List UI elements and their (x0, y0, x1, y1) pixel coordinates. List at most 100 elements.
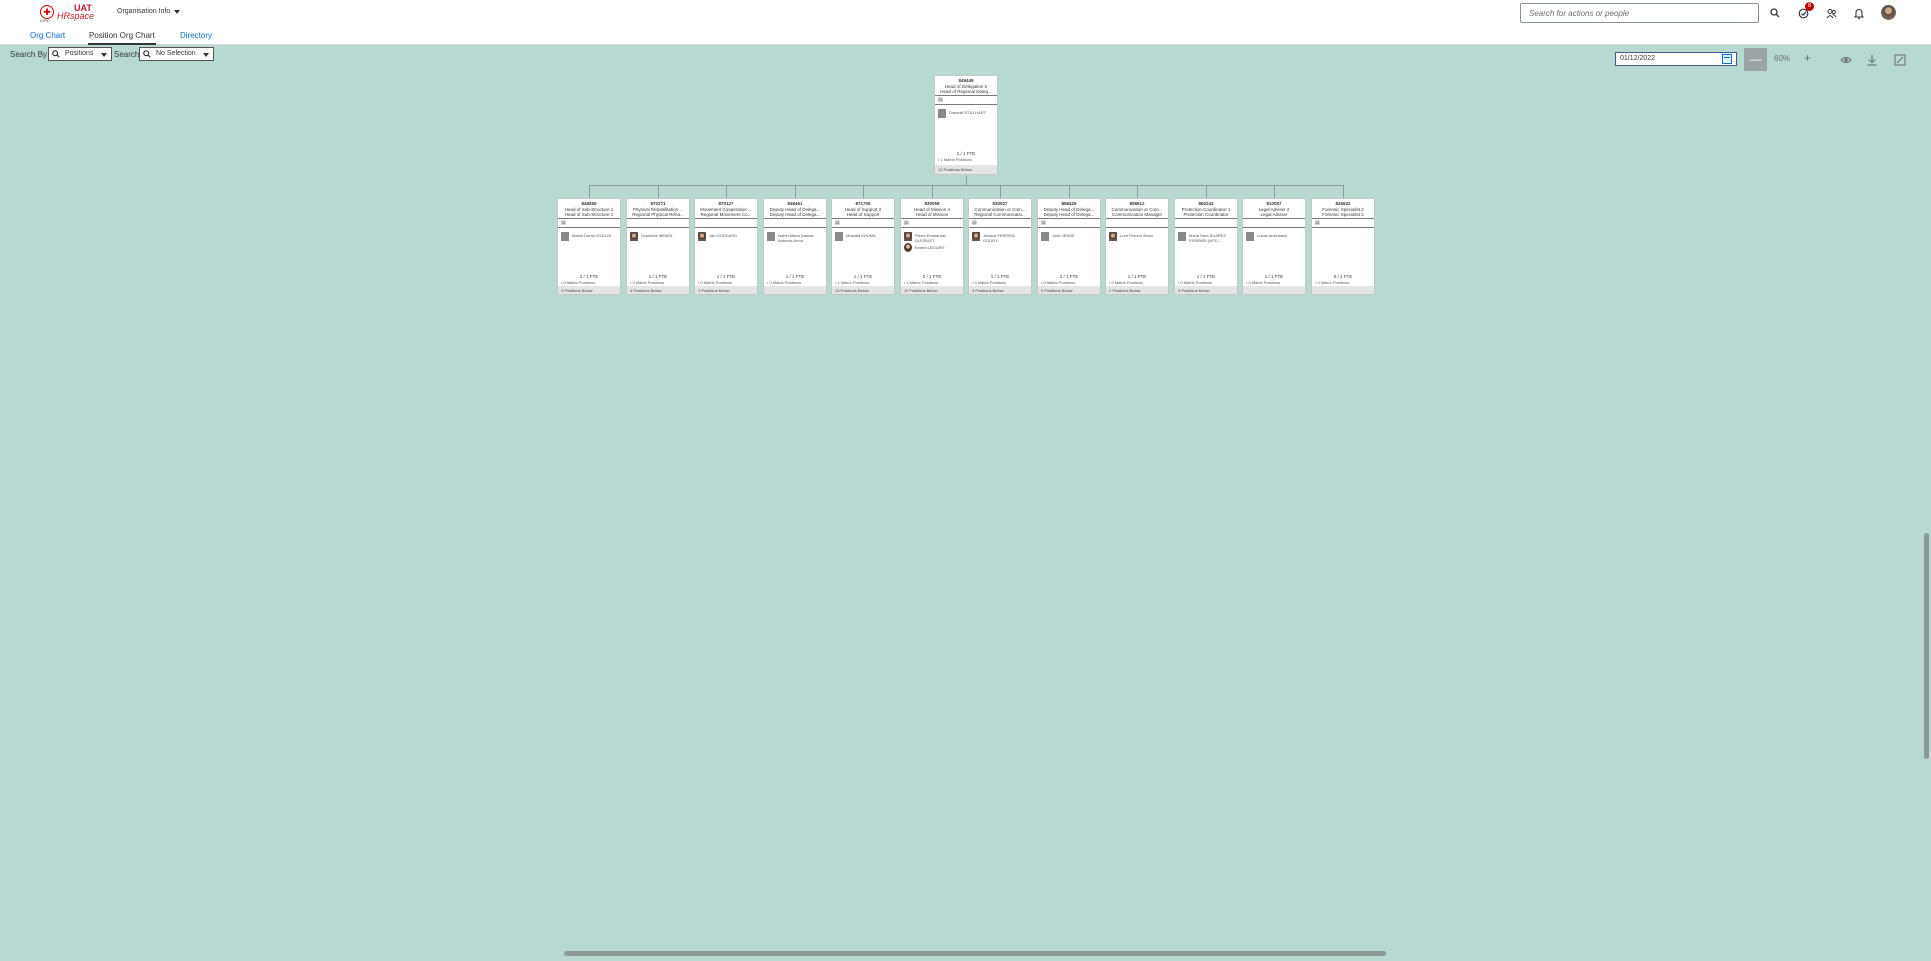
employee-name[interactable]: Dominik STILLHART (949, 110, 995, 115)
position-card[interactable]: 871705 Head of Support 2 Head of Support ▤ M… (831, 198, 895, 295)
employee-name[interactable]: Pierre Emmanuel DUCRUET (915, 233, 961, 243)
matrix-positions[interactable]: • 0 Matrix Positions (698, 280, 732, 285)
matrix-positions[interactable]: • 0 Matrix Positions (561, 280, 595, 285)
tab-position-org-chart[interactable]: Position Org Chart (88, 31, 156, 45)
positions-below[interactable]: 2 Positions Below (1106, 286, 1168, 294)
search-icon (52, 50, 60, 60)
employee-name[interactable]: Isabel Maria Dantas Antunes Amor (778, 233, 824, 243)
position-id: 870127 (718, 201, 734, 206)
employee-name[interactable]: Martin Daniel DOLLIN (572, 233, 618, 238)
position-card[interactable]: 849449 Head of Delegation 2 Head of Region… (934, 75, 998, 175)
position-card[interactable]: 848050 Head of Sub-Structure 1 Head of Sub… (557, 198, 621, 295)
tasks-icon[interactable]: 8 (1795, 2, 1814, 21)
positions-below[interactable]: 5 Positions Below (1038, 286, 1100, 294)
global-search-input[interactable]: Search for actions or people (1520, 3, 1759, 23)
positions-below[interactable]: 12 Positions Below (935, 165, 997, 174)
positions-below[interactable]: 3 Positions Below (969, 286, 1031, 294)
employee-photo (1041, 232, 1049, 241)
position-card[interactable]: 826632 Forensic Specialist 2 Forensic Spec… (1311, 198, 1375, 295)
positions-below[interactable]: 3 Positions Below (558, 286, 620, 294)
zoom-out-button[interactable]: — (1744, 48, 1767, 71)
positions-below[interactable] (764, 286, 826, 294)
matrix-positions[interactable]: • 0 Matrix Positions (1041, 280, 1075, 285)
document-icon[interactable]: ▤ (938, 97, 943, 103)
document-icon[interactable]: ▤ (904, 220, 909, 226)
horizontal-scrollbar[interactable] (564, 951, 1386, 956)
employee-photo (767, 232, 775, 241)
positions-below[interactable]: 0 Positions Below (1175, 286, 1237, 294)
divider (832, 227, 894, 228)
positions-below[interactable]: 2 Positions Below (695, 286, 757, 294)
position-card[interactable]: 858429 Deputy Head of Delega... Deputy Hea… (1037, 198, 1101, 295)
position-card[interactable]: 830027 Communication or Com... Regional Co… (968, 198, 1032, 295)
position-card[interactable]: 870127 Movement Cooperation ... Regional M… (694, 198, 758, 295)
shell-bar: ✚ ICRC UAT HRspace Organisation Info Sea… (0, 0, 1931, 26)
positions-below[interactable]: 13 Positions Below (832, 286, 894, 294)
logo-hrspace-label: HRspace (57, 11, 95, 21)
people-icon[interactable] (1823, 5, 1839, 21)
employee-name[interactable]: Jan GODDARD (709, 233, 755, 238)
job-title: Regional Movement Co... (700, 212, 752, 217)
tab-directory[interactable]: Directory (180, 31, 212, 40)
tab-org-chart[interactable]: Org Chart (30, 31, 65, 40)
search-select[interactable]: No Selection (139, 47, 214, 61)
document-icon[interactable]: ▤ (1041, 220, 1046, 226)
tab-bar: Org Chart Position Org Chart Directory (0, 26, 1931, 45)
document-icon[interactable]: ▤ (972, 220, 977, 226)
divider (627, 218, 689, 219)
calendar-icon[interactable] (1722, 54, 1732, 64)
matrix-positions[interactable]: • 1 Matrix Positions (835, 280, 869, 285)
employee-name[interactable]: Jessica FEREIRA GODOY (983, 233, 1029, 243)
connector-line (1137, 185, 1138, 198)
job-title: Head of Support (846, 212, 880, 217)
document-icon[interactable]: ▤ (561, 220, 566, 226)
employee-name[interactable]: Sophiane MEMIN (641, 233, 687, 238)
employee-name[interactable]: Maria Sara SUAREZ FERRARI (WTI)... (1189, 233, 1235, 243)
matrix-positions[interactable]: • 1 Matrix Positions (938, 157, 972, 162)
matrix-positions[interactable]: • 0 Matrix Positions (1246, 280, 1280, 285)
effective-date-input[interactable]: 01/12/2022 (1615, 52, 1737, 66)
employee-name[interactable]: Lore Ferrero Bratu (1120, 233, 1166, 238)
position-card[interactable]: 808612 Communication or Com... Communicati… (1105, 198, 1169, 295)
employee-photo (904, 243, 912, 252)
matrix-positions[interactable]: • 0 Matrix Positions (767, 280, 801, 285)
positions-below[interactable] (1312, 286, 1374, 294)
fullscreen-icon[interactable] (1894, 53, 1906, 66)
app-menu-button[interactable]: Organisation Info (117, 8, 181, 15)
matrix-positions[interactable]: • 0 Matrix Positions (972, 280, 1006, 285)
vertical-scrollbar[interactable] (1924, 533, 1929, 759)
document-icon[interactable]: ▤ (1315, 220, 1320, 226)
connector-line (589, 185, 1344, 186)
position-card[interactable]: 849461 Deputy Head of Delega... Deputy Hea… (763, 198, 827, 295)
position-card[interactable]: 870271 Physical Rehabilitation ... Regiona… (626, 198, 690, 295)
bell-icon[interactable] (1851, 5, 1867, 21)
matrix-positions[interactable]: • 2 Matrix Positions (630, 280, 664, 285)
position-card[interactable]: 810057 Legal Adviser 2 Legal Adviser Lukas … (1242, 198, 1306, 295)
employee-name[interactable]: Mustafa KHUMA (846, 233, 892, 238)
connector-line (589, 185, 590, 198)
positions-below[interactable]: 4 Positions Below (627, 286, 689, 294)
download-icon[interactable] (1866, 53, 1878, 66)
zoom-level: 60% (1774, 54, 1791, 63)
employee-name[interactable]: Emma LEGUIRT (915, 245, 961, 250)
position-card[interactable]: 830058 Head of Mission 4 Head of Mission ▤ P… (900, 198, 964, 295)
matrix-positions[interactable]: • 2 Matrix Positions (904, 280, 938, 285)
employee-name[interactable]: Lukas Anzinbach (1257, 233, 1303, 238)
user-avatar[interactable] (1881, 5, 1896, 20)
search-by-select[interactable]: Positions (48, 47, 112, 61)
document-icon[interactable]: ▤ (835, 220, 840, 226)
employee-name[interactable]: Joan JENSE (1052, 233, 1098, 238)
company-logo[interactable]: ✚ ICRC UAT HRspace (40, 3, 95, 23)
divider (1312, 218, 1374, 219)
search-by-label: Search By (10, 50, 47, 59)
search-icon[interactable] (1767, 5, 1783, 21)
zoom-in-button[interactable]: + (1804, 52, 1811, 64)
matrix-positions[interactable]: • 0 Matrix Positions (1315, 280, 1349, 285)
matrix-positions[interactable]: • 0 Matrix Positions (1178, 280, 1212, 285)
positions-below[interactable] (1243, 286, 1305, 294)
positions-below[interactable]: 11 Positions Below (901, 286, 963, 294)
position-card[interactable]: 860243 Protection Coordinator 1 Protection… (1174, 198, 1238, 295)
employee-photo (1109, 232, 1117, 241)
matrix-positions[interactable]: • 0 Matrix Positions (1109, 280, 1143, 285)
eye-icon[interactable] (1840, 53, 1852, 65)
